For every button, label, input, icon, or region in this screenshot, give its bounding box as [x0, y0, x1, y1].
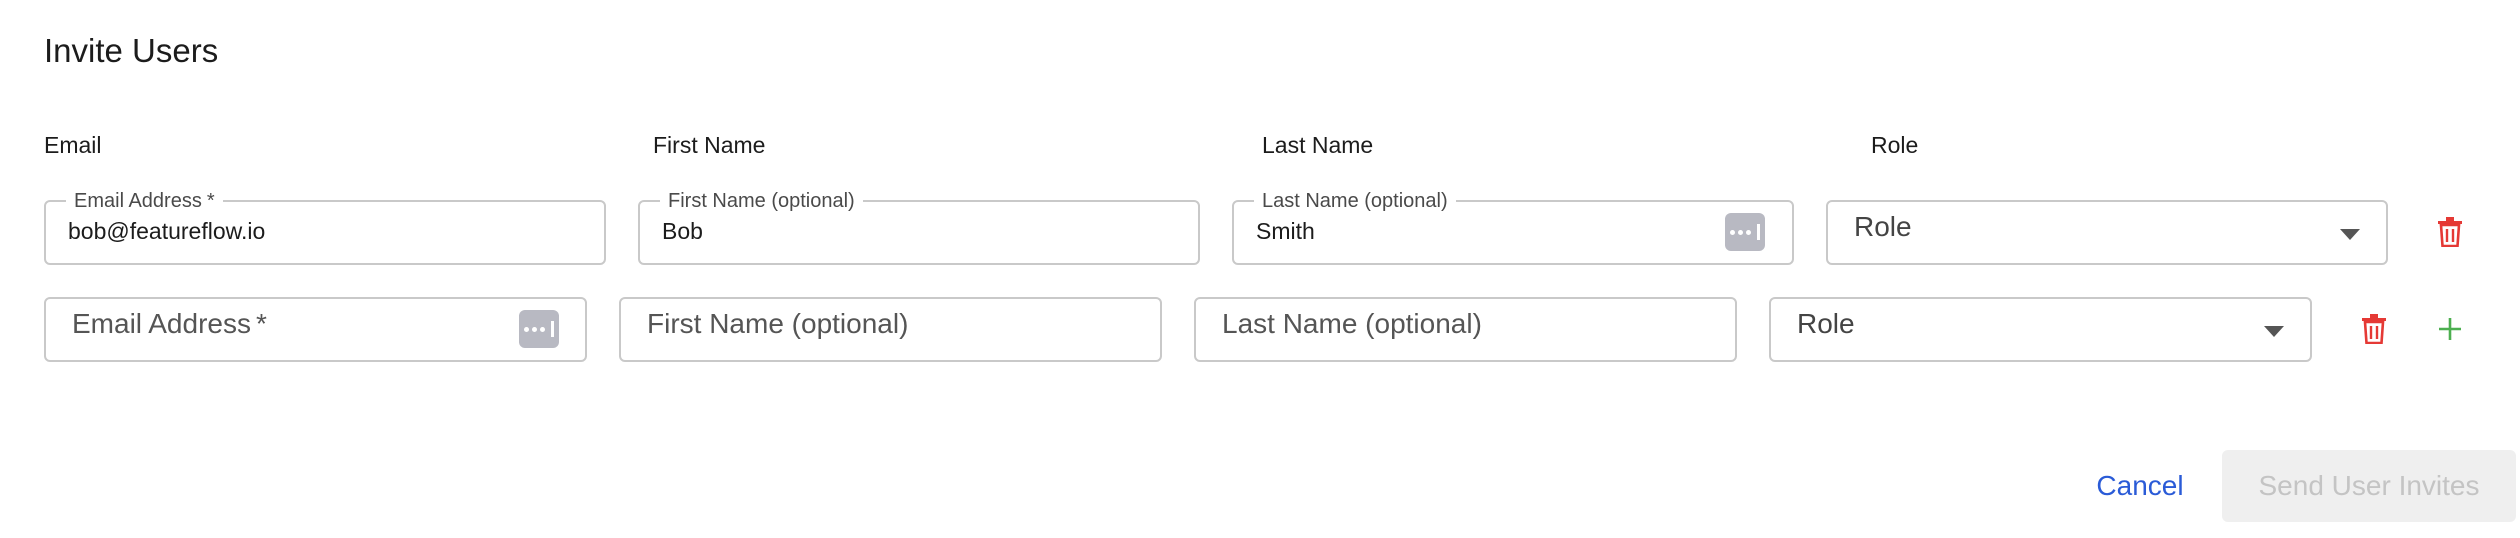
delete-row-button[interactable]: [2352, 307, 2396, 351]
email-field-label: Email Address *: [66, 189, 223, 213]
trash-icon: [2362, 314, 2386, 344]
role-select-value: Role: [1797, 308, 1855, 339]
column-header-role: Role: [1871, 132, 1919, 158]
last-name-field[interactable]: Last Name (optional) Smith: [1232, 189, 1794, 265]
column-header-first-name: First Name: [653, 132, 766, 158]
column-header-email: Email: [44, 132, 102, 158]
plus-icon: [2439, 318, 2461, 340]
add-row-button[interactable]: [2428, 307, 2472, 351]
trash-icon: [2438, 217, 2462, 247]
email-field[interactable]: Email Address * bob@featureflow.io: [44, 189, 606, 265]
first-name-field[interactable]: First Name (optional) Bob: [638, 189, 1200, 265]
role-select-new[interactable]: Role: [1769, 297, 2312, 362]
invite-users-dialog: Invite Users Email First Name Last Name …: [0, 0, 2520, 538]
delete-row-button[interactable]: [2428, 210, 2472, 254]
role-select-value: Role: [1854, 211, 1912, 242]
first-name-field-label: First Name (optional): [660, 189, 863, 213]
email-field-value: bob@featureflow.io: [68, 218, 266, 244]
last-name-field-value: Smith: [1256, 218, 1315, 244]
first-name-field-placeholder: First Name (optional): [647, 308, 909, 339]
password-manager-icon[interactable]: [1725, 213, 1765, 251]
role-select[interactable]: Role: [1826, 200, 2388, 265]
email-field-new[interactable]: Email Address *: [44, 297, 587, 362]
cancel-button[interactable]: Cancel: [2080, 464, 2200, 508]
chevron-down-icon: [2264, 326, 2284, 337]
first-name-field-value: Bob: [662, 218, 703, 244]
dialog-title: Invite Users: [44, 32, 219, 69]
password-manager-icon[interactable]: [519, 310, 559, 348]
email-field-placeholder: Email Address *: [72, 308, 267, 339]
column-header-last-name: Last Name: [1262, 132, 1374, 158]
first-name-field-new[interactable]: First Name (optional): [619, 297, 1162, 362]
send-user-invites-button[interactable]: Send User Invites: [2222, 450, 2516, 522]
chevron-down-icon: [2340, 229, 2360, 240]
last-name-field-placeholder: Last Name (optional): [1222, 308, 1482, 339]
last-name-field-new[interactable]: Last Name (optional): [1194, 297, 1737, 362]
last-name-field-label: Last Name (optional): [1254, 189, 1456, 213]
